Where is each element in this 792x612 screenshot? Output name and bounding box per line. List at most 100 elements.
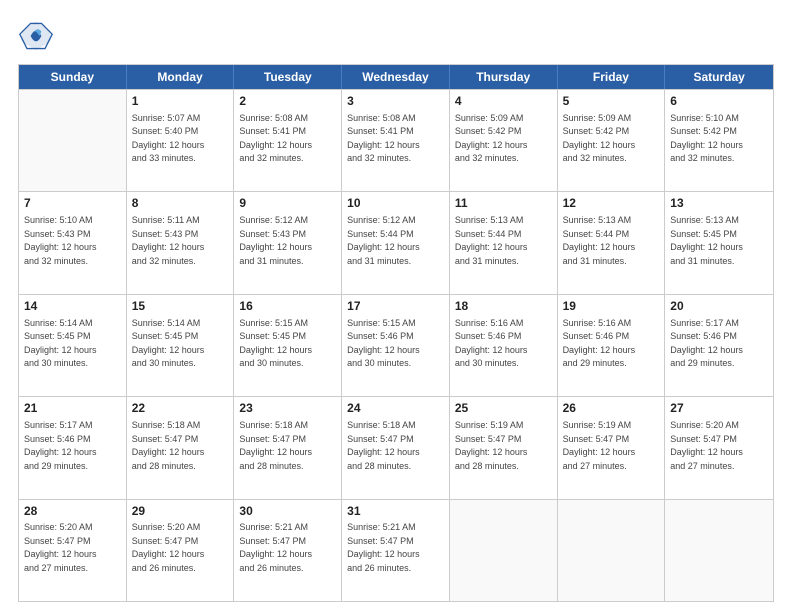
- calendar-day-cell: 3 Sunrise: 5:08 AM Sunset: 5:41 PM Daylig…: [342, 90, 450, 191]
- empty-cell: [450, 500, 558, 601]
- day-number: 9: [239, 195, 336, 212]
- calendar-day-cell: 21 Sunrise: 5:17 AM Sunset: 5:46 PM Dayli…: [19, 397, 127, 498]
- day-number: 21: [24, 400, 121, 417]
- weekday-header: Monday: [127, 65, 235, 89]
- calendar-day-cell: 31Sunrise: 5:21 AM Sunset: 5:47 PM Dayli…: [342, 500, 450, 601]
- day-info: Sunrise: 5:19 AM Sunset: 5:47 PM Dayligh…: [563, 419, 660, 473]
- calendar-day-cell: 24 Sunrise: 5:18 AM Sunset: 5:47 PM Dayli…: [342, 397, 450, 498]
- weekday-header: Tuesday: [234, 65, 342, 89]
- day-info: Sunrise: 5:18 AM Sunset: 5:47 PM Dayligh…: [347, 419, 444, 473]
- day-info: Sunrise: 5:12 AM Sunset: 5:43 PM Dayligh…: [239, 214, 336, 268]
- day-info: Sunrise: 5:14 AM Sunset: 5:45 PM Dayligh…: [24, 317, 121, 371]
- calendar-day-cell: 12 Sunrise: 5:13 AM Sunset: 5:44 PM Dayli…: [558, 192, 666, 293]
- day-number: 20: [670, 298, 768, 315]
- day-info: Sunrise: 5:17 AM Sunset: 5:46 PM Dayligh…: [24, 419, 121, 473]
- calendar-day-cell: 10 Sunrise: 5:12 AM Sunset: 5:44 PM Dayli…: [342, 192, 450, 293]
- calendar-week-row: 14Sunrise: 5:14 AM Sunset: 5:45 PM Dayli…: [19, 294, 773, 396]
- day-info: Sunrise: 5:18 AM Sunset: 5:47 PM Dayligh…: [132, 419, 229, 473]
- day-info: Sunrise: 5:10 AM Sunset: 5:42 PM Dayligh…: [670, 112, 768, 166]
- calendar-week-row: 28Sunrise: 5:20 AM Sunset: 5:47 PM Dayli…: [19, 499, 773, 601]
- day-number: 29: [132, 503, 229, 520]
- day-info: Sunrise: 5:11 AM Sunset: 5:43 PM Dayligh…: [132, 214, 229, 268]
- calendar-day-cell: 9 Sunrise: 5:12 AM Sunset: 5:43 PM Daylig…: [234, 192, 342, 293]
- day-info: Sunrise: 5:21 AM Sunset: 5:47 PM Dayligh…: [347, 521, 444, 575]
- day-info: Sunrise: 5:20 AM Sunset: 5:47 PM Dayligh…: [132, 521, 229, 575]
- calendar-day-cell: 30Sunrise: 5:21 AM Sunset: 5:47 PM Dayli…: [234, 500, 342, 601]
- day-number: 12: [563, 195, 660, 212]
- day-number: 26: [563, 400, 660, 417]
- calendar-day-cell: 11Sunrise: 5:13 AM Sunset: 5:44 PM Dayli…: [450, 192, 558, 293]
- weekday-header: Friday: [558, 65, 666, 89]
- day-number: 27: [670, 400, 768, 417]
- day-info: Sunrise: 5:16 AM Sunset: 5:46 PM Dayligh…: [563, 317, 660, 371]
- calendar-day-cell: 13 Sunrise: 5:13 AM Sunset: 5:45 PM Dayli…: [665, 192, 773, 293]
- calendar-day-cell: 2 Sunrise: 5:08 AM Sunset: 5:41 PM Daylig…: [234, 90, 342, 191]
- calendar-day-cell: 1 Sunrise: 5:07 AM Sunset: 5:40 PM Daylig…: [127, 90, 235, 191]
- logo-icon: [18, 18, 54, 54]
- day-info: Sunrise: 5:20 AM Sunset: 5:47 PM Dayligh…: [24, 521, 121, 575]
- calendar-day-cell: 25 Sunrise: 5:19 AM Sunset: 5:47 PM Dayli…: [450, 397, 558, 498]
- empty-cell: [665, 500, 773, 601]
- calendar-day-cell: 19 Sunrise: 5:16 AM Sunset: 5:46 PM Dayli…: [558, 295, 666, 396]
- calendar-day-cell: 5Sunrise: 5:09 AM Sunset: 5:42 PM Daylig…: [558, 90, 666, 191]
- day-number: 6: [670, 93, 768, 110]
- day-info: Sunrise: 5:08 AM Sunset: 5:41 PM Dayligh…: [239, 112, 336, 166]
- day-number: 8: [132, 195, 229, 212]
- day-number: 25: [455, 400, 552, 417]
- day-info: Sunrise: 5:20 AM Sunset: 5:47 PM Dayligh…: [670, 419, 768, 473]
- day-number: 4: [455, 93, 552, 110]
- day-number: 13: [670, 195, 768, 212]
- day-number: 18: [455, 298, 552, 315]
- calendar-day-cell: 14Sunrise: 5:14 AM Sunset: 5:45 PM Dayli…: [19, 295, 127, 396]
- calendar-day-cell: 26 Sunrise: 5:19 AM Sunset: 5:47 PM Dayli…: [558, 397, 666, 498]
- day-info: Sunrise: 5:09 AM Sunset: 5:42 PM Dayligh…: [563, 112, 660, 166]
- day-info: Sunrise: 5:14 AM Sunset: 5:45 PM Dayligh…: [132, 317, 229, 371]
- calendar-day-cell: 29Sunrise: 5:20 AM Sunset: 5:47 PM Dayli…: [127, 500, 235, 601]
- day-info: Sunrise: 5:13 AM Sunset: 5:44 PM Dayligh…: [455, 214, 552, 268]
- weekday-header: Saturday: [665, 65, 773, 89]
- day-number: 31: [347, 503, 444, 520]
- day-info: Sunrise: 5:12 AM Sunset: 5:44 PM Dayligh…: [347, 214, 444, 268]
- day-number: 28: [24, 503, 121, 520]
- calendar-day-cell: 8 Sunrise: 5:11 AM Sunset: 5:43 PM Daylig…: [127, 192, 235, 293]
- calendar-day-cell: 16Sunrise: 5:15 AM Sunset: 5:45 PM Dayli…: [234, 295, 342, 396]
- calendar-week-row: 21 Sunrise: 5:17 AM Sunset: 5:46 PM Dayli…: [19, 396, 773, 498]
- calendar-day-cell: 15 Sunrise: 5:14 AM Sunset: 5:45 PM Dayli…: [127, 295, 235, 396]
- day-number: 22: [132, 400, 229, 417]
- day-info: Sunrise: 5:10 AM Sunset: 5:43 PM Dayligh…: [24, 214, 121, 268]
- day-info: Sunrise: 5:16 AM Sunset: 5:46 PM Dayligh…: [455, 317, 552, 371]
- day-number: 23: [239, 400, 336, 417]
- weekday-header: Thursday: [450, 65, 558, 89]
- weekday-header: Sunday: [19, 65, 127, 89]
- page-header: [18, 18, 774, 54]
- calendar-day-cell: 28Sunrise: 5:20 AM Sunset: 5:47 PM Dayli…: [19, 500, 127, 601]
- day-number: 7: [24, 195, 121, 212]
- day-number: 15: [132, 298, 229, 315]
- day-number: 2: [239, 93, 336, 110]
- day-number: 16: [239, 298, 336, 315]
- calendar-day-cell: 23 Sunrise: 5:18 AM Sunset: 5:47 PM Dayli…: [234, 397, 342, 498]
- day-info: Sunrise: 5:09 AM Sunset: 5:42 PM Dayligh…: [455, 112, 552, 166]
- day-number: 1: [132, 93, 229, 110]
- day-number: 19: [563, 298, 660, 315]
- day-info: Sunrise: 5:19 AM Sunset: 5:47 PM Dayligh…: [455, 419, 552, 473]
- day-info: Sunrise: 5:18 AM Sunset: 5:47 PM Dayligh…: [239, 419, 336, 473]
- day-number: 17: [347, 298, 444, 315]
- calendar-day-cell: 22 Sunrise: 5:18 AM Sunset: 5:47 PM Dayli…: [127, 397, 235, 498]
- day-info: Sunrise: 5:13 AM Sunset: 5:44 PM Dayligh…: [563, 214, 660, 268]
- calendar-week-row: 7 Sunrise: 5:10 AM Sunset: 5:43 PM Daylig…: [19, 191, 773, 293]
- day-info: Sunrise: 5:13 AM Sunset: 5:45 PM Dayligh…: [670, 214, 768, 268]
- day-info: Sunrise: 5:08 AM Sunset: 5:41 PM Dayligh…: [347, 112, 444, 166]
- calendar-day-cell: 6 Sunrise: 5:10 AM Sunset: 5:42 PM Daylig…: [665, 90, 773, 191]
- day-number: 24: [347, 400, 444, 417]
- calendar-day-cell: 4 Sunrise: 5:09 AM Sunset: 5:42 PM Daylig…: [450, 90, 558, 191]
- calendar-body: 1 Sunrise: 5:07 AM Sunset: 5:40 PM Daylig…: [19, 89, 773, 601]
- day-number: 3: [347, 93, 444, 110]
- empty-cell: [19, 90, 127, 191]
- day-info: Sunrise: 5:07 AM Sunset: 5:40 PM Dayligh…: [132, 112, 229, 166]
- calendar-day-cell: 7 Sunrise: 5:10 AM Sunset: 5:43 PM Daylig…: [19, 192, 127, 293]
- day-info: Sunrise: 5:15 AM Sunset: 5:46 PM Dayligh…: [347, 317, 444, 371]
- day-number: 30: [239, 503, 336, 520]
- logo: [18, 18, 58, 54]
- day-number: 10: [347, 195, 444, 212]
